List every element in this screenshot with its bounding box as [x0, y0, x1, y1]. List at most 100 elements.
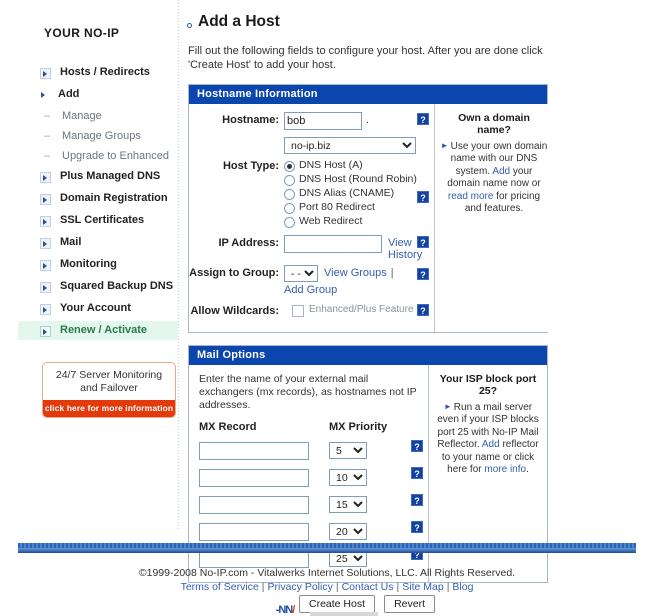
arrow-right-icon: [40, 326, 51, 337]
sidebar-item-label: Monitoring: [60, 258, 117, 270]
mx-priority-select[interactable]: 20: [329, 523, 367, 540]
sidebar-item-manage-groups[interactable]: – Manage Groups: [18, 127, 178, 146]
ip-address-help-icon[interactable]: ?: [417, 236, 429, 248]
allow-wildcards-help-icon[interactable]: ?: [417, 304, 429, 316]
copyright-text: ©1999-2008 No-IP.com - Vitalwerks Intern…: [138, 567, 516, 579]
mx-help-icon[interactable]: ?: [411, 521, 423, 533]
more-info-link[interactable]: more info: [484, 464, 526, 475]
allow-wildcards-row: Allow Wildcards: Enhanced/Plus Feature ?: [189, 303, 434, 318]
allow-wildcards-checkbox[interactable]: [292, 305, 304, 317]
footer-link-blog[interactable]: Blog: [452, 581, 473, 593]
mx-record-input[interactable]: [199, 495, 309, 514]
mx-record-input[interactable]: [199, 522, 309, 541]
host-type-help-icon[interactable]: ?: [417, 191, 429, 203]
page-title-text: Add a Host: [198, 13, 280, 30]
footer-link-site-map[interactable]: Site Map: [402, 581, 443, 593]
mx-table-header: MX Record MX Priority: [189, 412, 428, 437]
promo-text: 24/7 Server Monitoring and Failover: [43, 363, 175, 400]
radio-icon: [284, 175, 295, 186]
sidebar-item-monitoring[interactable]: Monitoring: [18, 255, 178, 274]
read-more-link[interactable]: read more: [448, 191, 494, 202]
no-ip-logo-icon: -NN/: [275, 604, 296, 616]
radio-dns-host-a[interactable]: DNS Host (A): [284, 159, 417, 172]
ip-address-row: IP Address: View History ?: [189, 235, 434, 261]
mx-priority-column-header: MX Priority: [329, 421, 388, 433]
promo-line-1: 24/7 Server Monitoring: [55, 369, 163, 381]
footer-link-contact-us[interactable]: Contact Us: [342, 581, 394, 593]
sidebar-item-add[interactable]: Add: [18, 85, 178, 104]
assign-group-help-icon[interactable]: ?: [417, 268, 429, 280]
hostname-field-row: Hostname: . ?: [189, 112, 434, 130]
radio-icon: [284, 217, 295, 228]
sidebar-item-label: Add: [58, 88, 80, 100]
host-type-label: Host Type:: [222, 160, 279, 172]
sidebar-item-mail[interactable]: Mail: [18, 233, 178, 252]
radio-icon: [284, 203, 295, 214]
radio-label: DNS Alias (CNAME): [299, 187, 395, 199]
hostname-help-icon[interactable]: ?: [417, 113, 429, 125]
sidebar-item-upgrade-to-enhanced[interactable]: – Upgrade to Enhanced: [18, 147, 178, 166]
sidebar-item-manage[interactable]: – Manage: [18, 107, 178, 126]
mx-help-icon[interactable]: ?: [411, 467, 423, 479]
domain-select[interactable]: no-ip.biz: [284, 137, 416, 154]
add-domain-link[interactable]: Add: [492, 166, 510, 177]
footer-link-privacy-policy[interactable]: Privacy Policy: [267, 581, 332, 593]
radio-label: DNS Host (A): [299, 159, 363, 171]
sidebar-item-renew-activate[interactable]: Renew / Activate: [18, 321, 178, 340]
hostname-information-panel: Hostname Information Hostname: . ?: [188, 84, 553, 333]
promo-banner[interactable]: 24/7 Server Monitoring and Failover clic…: [42, 362, 176, 418]
add-group-link[interactable]: Add Group: [284, 284, 342, 297]
radio-dns-host-round-robin[interactable]: DNS Host (Round Robin): [284, 173, 417, 186]
sidebar-item-label: Squared Backup DNS: [60, 280, 174, 292]
isp-aside-title: Your ISP block port 25?: [434, 373, 542, 397]
sidebar-nav: Hosts / Redirects Add – Manage – Manage …: [18, 63, 178, 340]
dash-icon: –: [44, 110, 51, 122]
sidebar-item-hosts-redirects[interactable]: Hosts / Redirects: [18, 63, 178, 82]
view-groups-link[interactable]: View Groups: [324, 267, 387, 279]
mx-help-icon[interactable]: ?: [411, 494, 423, 506]
ip-address-label: IP Address:: [218, 237, 279, 249]
group-links-separator: |: [390, 267, 394, 279]
sidebar-item-ssl-certificates[interactable]: SSL Certificates: [18, 211, 178, 230]
assign-group-label: Assign to Group:: [189, 267, 279, 279]
arrow-right-icon: [40, 238, 51, 249]
hostname-input[interactable]: [284, 112, 362, 130]
mx-priority-select[interactable]: 5: [329, 442, 367, 459]
mx-priority-select[interactable]: 10: [329, 469, 367, 486]
hostname-label: Hostname:: [222, 114, 279, 126]
radio-port-80-redirect[interactable]: Port 80 Redirect: [284, 201, 417, 214]
mx-record-input[interactable]: [199, 441, 309, 460]
sidebar-item-label: Domain Registration: [60, 192, 168, 204]
footer: ©1999-2008 No-IP.com - Vitalwerks Intern…: [0, 566, 654, 616]
ip-address-input[interactable]: [284, 235, 382, 253]
mx-help-icon[interactable]: ?: [411, 440, 423, 452]
arrow-right-icon: [40, 90, 49, 99]
hostname-panel-heading: Hostname Information: [189, 85, 547, 104]
sidebar-item-label: SSL Certificates: [60, 214, 145, 226]
footer-logo-area: -NN/: [0, 604, 654, 616]
radio-web-redirect[interactable]: Web Redirect: [284, 215, 417, 228]
sidebar-item-domain-registration[interactable]: Domain Registration: [18, 189, 178, 208]
arrow-right-icon: [40, 172, 51, 183]
add-reflector-link[interactable]: Add: [482, 439, 500, 450]
promo-cta-button[interactable]: click here for more information: [43, 400, 175, 417]
radio-dns-alias-cname[interactable]: DNS Alias (CNAME): [284, 187, 417, 200]
sidebar-item-your-account[interactable]: Your Account: [18, 299, 178, 318]
mx-row: 20 ?: [189, 518, 428, 545]
sidebar-item-plus-managed-dns[interactable]: Plus Managed DNS: [18, 167, 178, 186]
mx-row: 10 ?: [189, 464, 428, 491]
radio-label: DNS Host (Round Robin): [299, 173, 417, 185]
footer-link-terms-of-service[interactable]: Terms of Service: [181, 581, 259, 593]
isp-aside-body: ► Run a mail server even if your ISP bloc…: [434, 401, 542, 477]
dash-icon: –: [44, 130, 51, 142]
page-title: Add a Host: [188, 13, 568, 31]
footer-separator: |: [446, 581, 450, 593]
arrow-right-icon: [40, 304, 51, 315]
radio-icon: [284, 189, 295, 200]
group-select[interactable]: - - -: [284, 265, 318, 282]
mx-priority-select[interactable]: 15: [329, 496, 367, 513]
page-root: YOUR NO-IP Hosts / Redirects Add – Manag…: [0, 0, 654, 616]
sidebar-item-squared-backup-dns[interactable]: Squared Backup DNS: [18, 277, 178, 296]
mx-record-input[interactable]: [199, 468, 309, 487]
mx-record-column-header: MX Record: [199, 421, 257, 433]
